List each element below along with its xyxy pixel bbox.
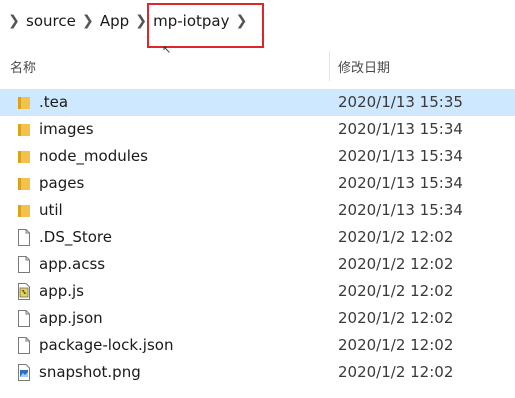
file-row[interactable]: pages 2020/1/13 15:34 [0,170,515,197]
image-file-icon [16,363,32,382]
breadcrumb-item-app[interactable]: App [96,12,133,30]
file-name: snapshot.png [39,363,141,381]
file-row[interactable]: app.js 2020/1/2 12:02 [0,278,515,305]
file-date: 2020/1/2 12:02 [338,255,454,273]
js-file-icon [16,282,32,301]
file-row[interactable]: package-lock.json 2020/1/2 12:02 [0,332,515,359]
file-date: 2020/1/13 15:34 [338,147,463,165]
file-row[interactable]: app.acss 2020/1/2 12:02 [0,251,515,278]
file-row[interactable]: util 2020/1/13 15:34 [0,197,515,224]
file-name: pages [39,174,85,192]
folder-icon [16,147,32,166]
chevron-right-icon[interactable]: ❯ [80,13,96,29]
highlight-box [147,3,264,48]
column-header-date[interactable]: 修改日期 [338,57,390,76]
file-icon [16,309,32,328]
folder-icon [16,174,32,193]
file-date: 2020/1/2 12:02 [338,282,454,300]
file-date: 2020/1/13 15:34 [338,120,463,138]
column-divider[interactable] [329,51,330,81]
file-date: 2020/1/13 15:34 [338,201,463,219]
file-name: images [39,120,94,138]
file-date: 2020/1/13 15:34 [338,174,463,192]
file-date: 2020/1/2 12:02 [338,228,454,246]
file-name: node_modules [39,147,148,165]
file-name: .DS_Store [39,228,112,246]
column-header-name[interactable]: 名称 [10,57,36,76]
file-name: app.acss [39,255,106,273]
file-date: 2020/1/2 12:02 [338,309,454,327]
folder-icon [16,93,32,112]
file-row[interactable]: .tea 2020/1/13 15:35 [0,89,515,116]
folder-icon [16,201,32,220]
file-icon [16,255,32,274]
folder-icon [16,120,32,139]
file-name: .tea [39,93,69,111]
file-name: util [39,201,63,219]
file-list: .tea 2020/1/13 15:35 images 2020/1/13 15:34… [0,89,515,386]
file-row[interactable]: node_modules 2020/1/13 15:34 [0,143,515,170]
file-icon [16,336,32,355]
column-header: 名称 修改日期 [0,47,515,84]
file-name: package-lock.json [39,336,174,354]
chevron-right-icon[interactable]: ❯ [6,13,22,29]
breadcrumb-item-source[interactable]: source [22,12,80,30]
file-row[interactable]: .DS_Store 2020/1/2 12:02 [0,224,515,251]
file-date: 2020/1/13 15:35 [338,93,463,111]
file-date: 2020/1/2 12:02 [338,336,454,354]
file-row[interactable]: snapshot.png 2020/1/2 12:02 [0,359,515,386]
file-row[interactable]: app.json 2020/1/2 12:02 [0,305,515,332]
file-name: app.js [39,282,84,300]
file-row[interactable]: images 2020/1/13 15:34 [0,116,515,143]
file-icon [16,228,32,247]
file-date: 2020/1/2 12:02 [338,363,454,381]
file-name: app.json [39,309,103,327]
